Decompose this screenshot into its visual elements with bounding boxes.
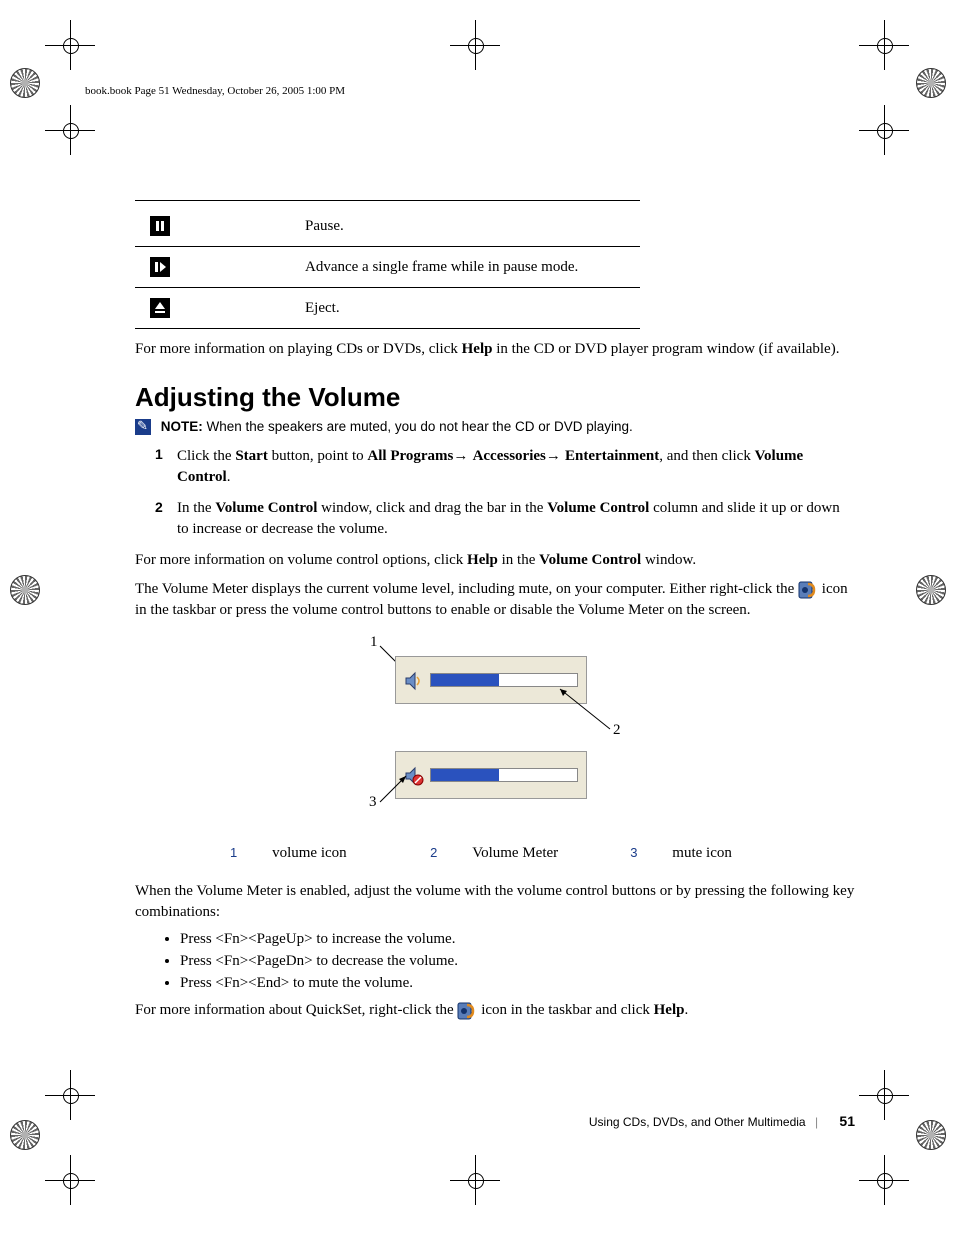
note-icon [135,419,151,435]
crop-mark [859,105,909,155]
legend-text: Volume Meter [464,843,620,864]
icon-desc: Pause. [300,206,640,247]
table-row: Pause. [135,206,640,247]
note-label: NOTE: [161,419,203,434]
pause-icon [150,216,170,236]
footer-page-number: 51 [839,1113,855,1129]
list-item: Press <Fn><PageUp> to increase the volum… [180,931,855,948]
step-item: 1 Click the Start button, point to All P… [155,445,855,488]
step-number: 2 [155,498,163,518]
registration-mark [10,1120,38,1148]
callout-number: 2 [613,722,621,739]
volume-meter-muted [395,751,587,799]
running-header: book.book Page 51 Wednesday, October 26,… [85,85,345,97]
note-block: NOTE: When the speakers are muted, you d… [135,419,855,435]
steps-list: 1 Click the Start button, point to All P… [155,445,855,540]
crop-mark [450,20,500,70]
registration-mark [10,575,38,603]
footer-separator: | [815,1115,818,1129]
crop-mark [45,20,95,70]
page-footer: Using CDs, DVDs, and Other Multimedia | … [589,1113,855,1129]
quickset-icon [798,581,818,599]
eject-icon [150,298,170,318]
list-item: Press <Fn><PageDn> to decrease the volum… [180,953,855,970]
registration-mark [10,68,38,96]
callout-number: 3 [369,794,377,811]
diagram-legend: 1 volume icon 2 Volume Meter 3 mute icon [220,841,770,866]
table-top-rule [135,200,640,201]
footer-section-title: Using CDs, DVDs, and Other Multimedia [589,1115,806,1129]
section-heading: Adjusting the Volume [135,382,855,413]
frame-advance-icon [150,257,170,277]
list-item: Press <Fn><End> to mute the volume. [180,975,855,992]
legend-text: volume icon [264,843,420,864]
registration-mark [916,575,944,603]
legend-text: mute icon [664,843,768,864]
icon-desc: Advance a single frame while in pause mo… [300,247,640,288]
registration-mark [916,1120,944,1148]
crop-mark [45,1070,95,1120]
table-row: Eject. [135,288,640,329]
crop-mark [45,105,95,155]
step-item: 2 In the Volume Control window, click an… [155,498,855,540]
media-icon-table: Pause. Advance a single frame while in p… [135,206,640,329]
callout-number: 1 [370,634,378,651]
volume-meter-bar [430,768,578,782]
crop-mark [859,1155,909,1205]
crop-mark [859,20,909,70]
icon-desc: Eject. [300,288,640,329]
body-paragraph: For more information on volume control o… [135,550,855,571]
body-paragraph: For more information about QuickSet, rig… [135,1000,855,1021]
key-combo-list: Press <Fn><PageUp> to increase the volum… [180,931,855,992]
crop-mark [450,1155,500,1205]
volume-icon [404,671,424,691]
body-paragraph: When the Volume Meter is enabled, adjust… [135,881,855,923]
note-text: When the speakers are muted, you do not … [203,419,633,434]
legend-number: 3 [630,845,643,860]
registration-mark [916,68,944,96]
body-paragraph: For more information on playing CDs or D… [135,339,855,360]
quickset-icon [457,1002,477,1020]
crop-mark [859,1070,909,1120]
legend-number: 1 [230,845,243,860]
body-paragraph: The Volume Meter displays the current vo… [135,579,855,621]
callout-line [555,684,615,734]
table-row: Advance a single frame while in pause mo… [135,247,640,288]
legend-number: 2 [430,845,443,860]
page-content: Pause. Advance a single frame while in p… [135,200,855,1029]
step-number: 1 [155,445,163,465]
crop-mark [45,1155,95,1205]
callout-line [378,774,408,804]
volume-meter-diagram: 1 2 3 [265,636,725,831]
